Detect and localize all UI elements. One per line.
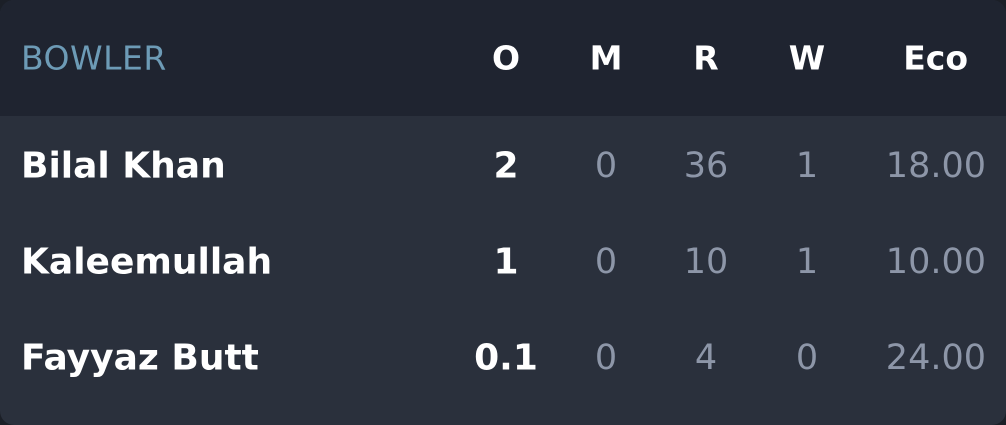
bowler-maidens: 0 xyxy=(594,338,618,378)
bowling-scorecard: BOWLER O M R W Eco Bilal Khan 2 0 36 1 1… xyxy=(0,0,1006,425)
header-bowler[interactable]: BOWLER xyxy=(21,39,167,78)
header-maidens[interactable]: M xyxy=(590,39,623,78)
header-economy[interactable]: Eco xyxy=(903,39,968,78)
bowler-wickets: 1 xyxy=(795,146,819,186)
bowler-economy: 18.00 xyxy=(885,146,986,186)
table-row[interactable]: Kaleemullah 1 0 10 1 10.00 xyxy=(0,214,1006,310)
bowler-wickets: 1 xyxy=(795,242,819,282)
table-row[interactable]: Fayyaz Butt 0.1 0 4 0 24.00 xyxy=(0,310,1006,406)
bowler-runs: 4 xyxy=(694,338,718,378)
bowler-economy: 10.00 xyxy=(885,242,986,282)
bowler-maidens: 0 xyxy=(594,146,618,186)
bowler-name[interactable]: Bilal Khan xyxy=(21,146,226,187)
table-row[interactable]: Bilal Khan 2 0 36 1 18.00 xyxy=(0,118,1006,214)
bowler-overs: 2 xyxy=(493,145,519,187)
header-overs[interactable]: O xyxy=(492,39,520,78)
bowler-rows: Bilal Khan 2 0 36 1 18.00 Kaleemullah 1 … xyxy=(0,116,1006,406)
bowler-name[interactable]: Fayyaz Butt xyxy=(21,338,259,379)
bowler-economy: 24.00 xyxy=(885,338,986,378)
scorecard-header: BOWLER O M R W Eco xyxy=(0,0,1006,116)
header-wickets[interactable]: W xyxy=(789,39,825,78)
header-runs[interactable]: R xyxy=(693,39,718,78)
bowler-overs: 1 xyxy=(493,241,519,283)
bowler-overs: 0.1 xyxy=(474,337,538,379)
bowler-maidens: 0 xyxy=(594,242,618,282)
bowler-runs: 10 xyxy=(683,242,729,282)
bowler-name[interactable]: Kaleemullah xyxy=(21,242,272,283)
bowler-wickets: 0 xyxy=(795,338,819,378)
bowler-runs: 36 xyxy=(683,146,729,186)
